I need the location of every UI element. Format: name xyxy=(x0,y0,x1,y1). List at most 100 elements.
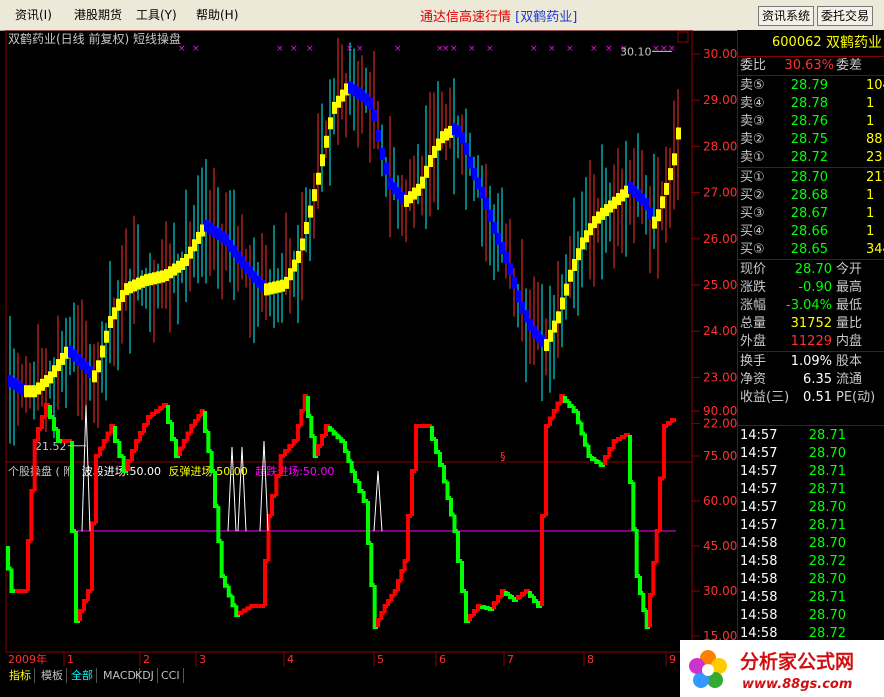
tick-row[interactable]: 14:58 28.70 xyxy=(738,607,884,625)
month-label: 1 xyxy=(67,653,74,666)
tick-row[interactable]: 14:57 28.71 xyxy=(738,481,884,499)
osc-segment xyxy=(170,422,176,441)
osc-segment xyxy=(230,595,237,608)
osc-segment xyxy=(86,589,92,601)
fund-row[interactable]: 净资 6.35 流通 xyxy=(738,371,884,389)
osc-segment xyxy=(414,424,420,471)
tick-price: 28.71 xyxy=(808,464,846,479)
stat-row[interactable]: 涨幅 -3.04% 最低 xyxy=(738,297,884,315)
wave-spike xyxy=(373,470,383,532)
buy-row[interactable]: 买⑤ 28.65 344 xyxy=(738,241,884,259)
trend-segment xyxy=(424,165,429,178)
osc-segment xyxy=(263,559,269,606)
signal-mark: × xyxy=(468,44,476,54)
trend-segment xyxy=(508,262,513,275)
menu-hk-futures[interactable]: 港股期货 xyxy=(74,6,122,23)
trend-segment xyxy=(484,197,489,210)
osc-segment xyxy=(70,441,76,533)
osc-segment xyxy=(223,576,229,588)
menu-tools[interactable]: 工具(Y) xyxy=(136,6,177,23)
osc-segment xyxy=(343,441,349,453)
tab-kdj[interactable]: KDJ xyxy=(132,668,158,683)
tab-all[interactable]: 全部 xyxy=(68,668,97,683)
tick-row[interactable]: 14:57 28.71 xyxy=(738,427,884,445)
trend-segment xyxy=(672,153,677,166)
tick-row[interactable]: 14:58 28.70 xyxy=(738,535,884,553)
month-label: 4 xyxy=(287,653,294,666)
sell-label: 卖③ xyxy=(740,114,765,129)
tick-time: 14:58 xyxy=(740,590,778,605)
tick-row[interactable]: 14:57 28.71 xyxy=(738,463,884,481)
price-axis: 30.00 29.00 28.00 27.00 26.00 25.00 24.00 23.00… xyxy=(692,47,737,431)
price-tick-label: 28.00 xyxy=(703,139,737,153)
buy-label: 买④ xyxy=(740,224,765,239)
sell-label: 卖⑤ xyxy=(740,78,765,93)
osc-segment xyxy=(346,451,352,463)
osc-segment xyxy=(306,396,312,418)
osc-segment xyxy=(452,514,458,533)
stat-row[interactable]: 涨跌 -0.90 最高 xyxy=(738,279,884,297)
osc-segment xyxy=(386,599,392,606)
fund-row[interactable]: 收益(三) 0.51 PE(动) xyxy=(738,389,884,407)
stat-row[interactable]: 总量 31752 量比 xyxy=(738,315,884,333)
sell-row[interactable]: 卖③ 28.76 1 xyxy=(738,113,884,131)
stat-label: 总量 xyxy=(740,316,767,331)
sell-label: 卖④ xyxy=(740,96,765,111)
sell-row[interactable]: 卖⑤ 28.79 104 xyxy=(738,77,884,95)
tab-cci[interactable]: CCI xyxy=(158,668,184,683)
osc-segment xyxy=(520,592,526,597)
trend-segment xyxy=(576,248,581,261)
trade-button[interactable]: 委托交易 xyxy=(817,6,874,26)
stat-label-2: 量比 xyxy=(836,316,863,331)
osc-segment xyxy=(117,441,124,458)
price-tick-label: 27.00 xyxy=(703,186,737,200)
sell-price: 28.78 xyxy=(790,96,828,111)
buy-row[interactable]: 买① 28.70 217 xyxy=(738,169,884,187)
stat-row[interactable]: 现价 28.70 今开 xyxy=(738,261,884,279)
osc-segment xyxy=(90,521,96,591)
month-label: 9 xyxy=(669,653,676,666)
price-tick-label: 30.00 xyxy=(703,47,737,61)
signal-mark: × xyxy=(290,44,298,54)
buy-volume: 217 xyxy=(866,170,884,185)
info-system-button[interactable]: 资讯系统 xyxy=(758,6,815,26)
buy-row[interactable]: 买③ 28.67 1 xyxy=(738,205,884,223)
price-tick-label: 23.00 xyxy=(703,370,737,384)
high-label: 30.10 xyxy=(620,45,652,58)
weibi-value: 30.63% xyxy=(784,58,834,73)
signal-mark: × xyxy=(394,44,402,54)
osc-segment xyxy=(382,604,388,613)
sell-volume: 1 xyxy=(866,96,875,111)
site-logo: 分析家公式网 www.88gs.com xyxy=(680,640,884,697)
tick-row[interactable]: 14:57 28.71 xyxy=(738,517,884,535)
trend-segment xyxy=(104,330,109,343)
tab-indicator[interactable]: 指标 xyxy=(6,668,35,683)
stat-row[interactable]: 外盘 11229 内盘 xyxy=(738,333,884,351)
chart-menu-icon[interactable] xyxy=(677,31,689,43)
menu-info[interactable]: 资讯(I) xyxy=(15,6,52,23)
tick-row[interactable]: 14:58 28.72 xyxy=(738,553,884,571)
osc-segment xyxy=(245,606,252,611)
tick-row[interactable]: 14:58 28.71 xyxy=(738,589,884,607)
osc-segment xyxy=(142,423,148,433)
buy-row[interactable]: 买④ 28.66 1 xyxy=(738,223,884,241)
osc-segment xyxy=(226,585,233,598)
osc-segment xyxy=(105,431,112,441)
tick-row[interactable]: 14:57 28.70 xyxy=(738,499,884,517)
tab-template[interactable]: 模板 xyxy=(38,668,67,683)
menu-help[interactable]: 帮助(H) xyxy=(196,6,238,23)
sell-row[interactable]: 卖④ 28.78 1 xyxy=(738,95,884,113)
tick-row[interactable]: 14:57 28.70 xyxy=(738,445,884,463)
signal-mark: × xyxy=(590,44,598,54)
sell-row[interactable]: 卖② 28.75 88 xyxy=(738,131,884,149)
osc-segment xyxy=(571,406,578,413)
osc-segment xyxy=(181,439,188,449)
trend-segment xyxy=(324,135,329,148)
fund-row[interactable]: 换手 1.09% 股本 xyxy=(738,353,884,371)
sell-row[interactable]: 卖① 28.72 23 xyxy=(738,149,884,167)
buy-row[interactable]: 买② 28.68 1 xyxy=(738,187,884,205)
tick-row[interactable]: 14:58 28.70 xyxy=(738,571,884,589)
osc-segment xyxy=(320,434,326,446)
chart-area[interactable]: 双鹤药业(日线 前复权) 短线操盘 30.0029.0028.0027.0026… xyxy=(0,30,737,666)
signal-mark: × xyxy=(178,44,186,54)
